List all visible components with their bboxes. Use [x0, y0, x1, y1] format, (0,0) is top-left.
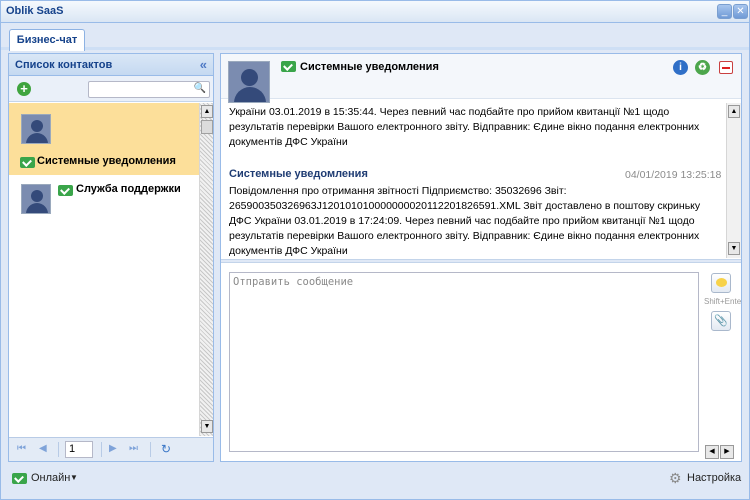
tab-business-chat[interactable]: Бизнес-чат — [9, 29, 85, 51]
compose-horizontal-scrollbar[interactable]: ◀ ▶ — [705, 445, 739, 459]
tab-strip: Бизнес-чат — [1, 24, 749, 51]
recycle-icon[interactable]: ♻ — [695, 60, 710, 75]
contact-search-input[interactable] — [89, 82, 193, 98]
collapse-left-icon[interactable]: « — [200, 57, 207, 72]
minimize-button[interactable]: _ — [717, 4, 732, 19]
scroll-thumb[interactable] — [201, 120, 213, 134]
scroll-right-arrow-icon[interactable]: ▶ — [720, 445, 734, 459]
conversation-panel: Системные уведомления i ♻ України 03.01.… — [220, 53, 742, 462]
message-input[interactable] — [230, 273, 698, 451]
scroll-up-arrow-icon[interactable]: ▲ — [201, 105, 213, 118]
contact-list: Системные уведомления Служба поддержки — [9, 103, 199, 436]
settings-link[interactable]: Настройка — [687, 472, 741, 484]
status-label[interactable]: Онлайн — [31, 472, 70, 484]
first-page-icon[interactable]: ⏮ — [17, 443, 26, 454]
speech-bubble-icon — [715, 278, 727, 287]
message-text: Повідомлення про отримання звітності Під… — [229, 185, 701, 257]
message-timestamp: 04/01/2019 13:25:18 — [625, 169, 722, 181]
chat-status-icon — [58, 185, 73, 196]
send-button[interactable] — [711, 273, 731, 293]
contacts-pager: ⏮ ◀ 1 ▶ ⏭ ↻ — [9, 437, 213, 461]
chevron-down-icon[interactable]: ▼ — [70, 473, 78, 482]
avatar — [21, 184, 51, 214]
contact-search: 🔍 — [88, 81, 210, 98]
contacts-panel-header: Список контактов « — [9, 54, 213, 76]
attach-button[interactable]: 📎 — [711, 311, 731, 331]
scroll-down-arrow-icon[interactable]: ▼ — [201, 420, 213, 433]
last-page-icon[interactable]: ⏭ — [129, 443, 138, 454]
contact-name: Системные уведомления — [37, 155, 176, 167]
remove-icon[interactable] — [719, 61, 733, 74]
message-compose — [229, 272, 699, 452]
page-number-input[interactable]: 1 — [65, 441, 93, 458]
scroll-left-arrow-icon[interactable]: ◀ — [705, 445, 719, 459]
send-hotkey-hint: Shift+Enter — [704, 297, 741, 306]
window-title: Oblik SaaS — [6, 5, 64, 17]
gear-icon[interactable]: ⚙ — [669, 470, 682, 487]
contacts-toolbar: + 🔍 — [9, 76, 213, 102]
refresh-icon[interactable]: ↻ — [161, 442, 171, 456]
avatar — [228, 61, 270, 103]
message-history: України 03.01.2019 в 15:35:44. Через пев… — [221, 103, 741, 258]
search-icon[interactable]: 🔍 — [194, 83, 206, 94]
info-icon[interactable]: i — [673, 60, 688, 75]
conversation-title: Системные уведомления — [300, 61, 439, 73]
chat-status-icon — [281, 61, 296, 72]
avatar — [21, 114, 51, 144]
panel-splitter[interactable] — [221, 259, 741, 263]
scroll-up-arrow-icon[interactable]: ▲ — [728, 105, 740, 118]
title-bar: Oblik SaaS _ ✕ — [1, 1, 749, 23]
app-window: Oblik SaaS _ ✕ Бизнес-чат Список контакт… — [0, 0, 750, 500]
contact-item-support[interactable]: Служба поддержки — [9, 175, 199, 215]
paperclip-icon: 📎 — [714, 315, 728, 327]
online-status-icon[interactable] — [12, 473, 27, 484]
scroll-down-arrow-icon[interactable]: ▼ — [728, 242, 740, 255]
status-bar: Онлайн ▼ ⚙ Настройка — [1, 464, 749, 494]
message-text: України 03.01.2019 в 15:35:44. Через пев… — [229, 106, 700, 148]
contacts-panel-title: Список контактов — [15, 59, 113, 71]
contact-list-scrollbar[interactable]: ▲ ▼ — [199, 103, 213, 436]
add-contact-icon[interactable]: + — [17, 82, 31, 96]
conversation-header: Системные уведомления i ♻ — [221, 54, 741, 103]
message-history-scrollbar[interactable]: ▲ ▼ — [726, 103, 741, 258]
contact-item-system-notifications[interactable]: Системные уведомления — [9, 103, 199, 175]
contact-name: Служба поддержки — [76, 183, 181, 195]
next-page-icon[interactable]: ▶ — [109, 443, 117, 454]
prev-page-icon[interactable]: ◀ — [39, 443, 47, 454]
close-button[interactable]: ✕ — [733, 4, 748, 19]
chat-status-icon — [20, 157, 35, 168]
message-sender: Системные уведомления — [229, 168, 368, 180]
contacts-panel: Список контактов « + 🔍 Системные уведомл… — [8, 53, 214, 462]
